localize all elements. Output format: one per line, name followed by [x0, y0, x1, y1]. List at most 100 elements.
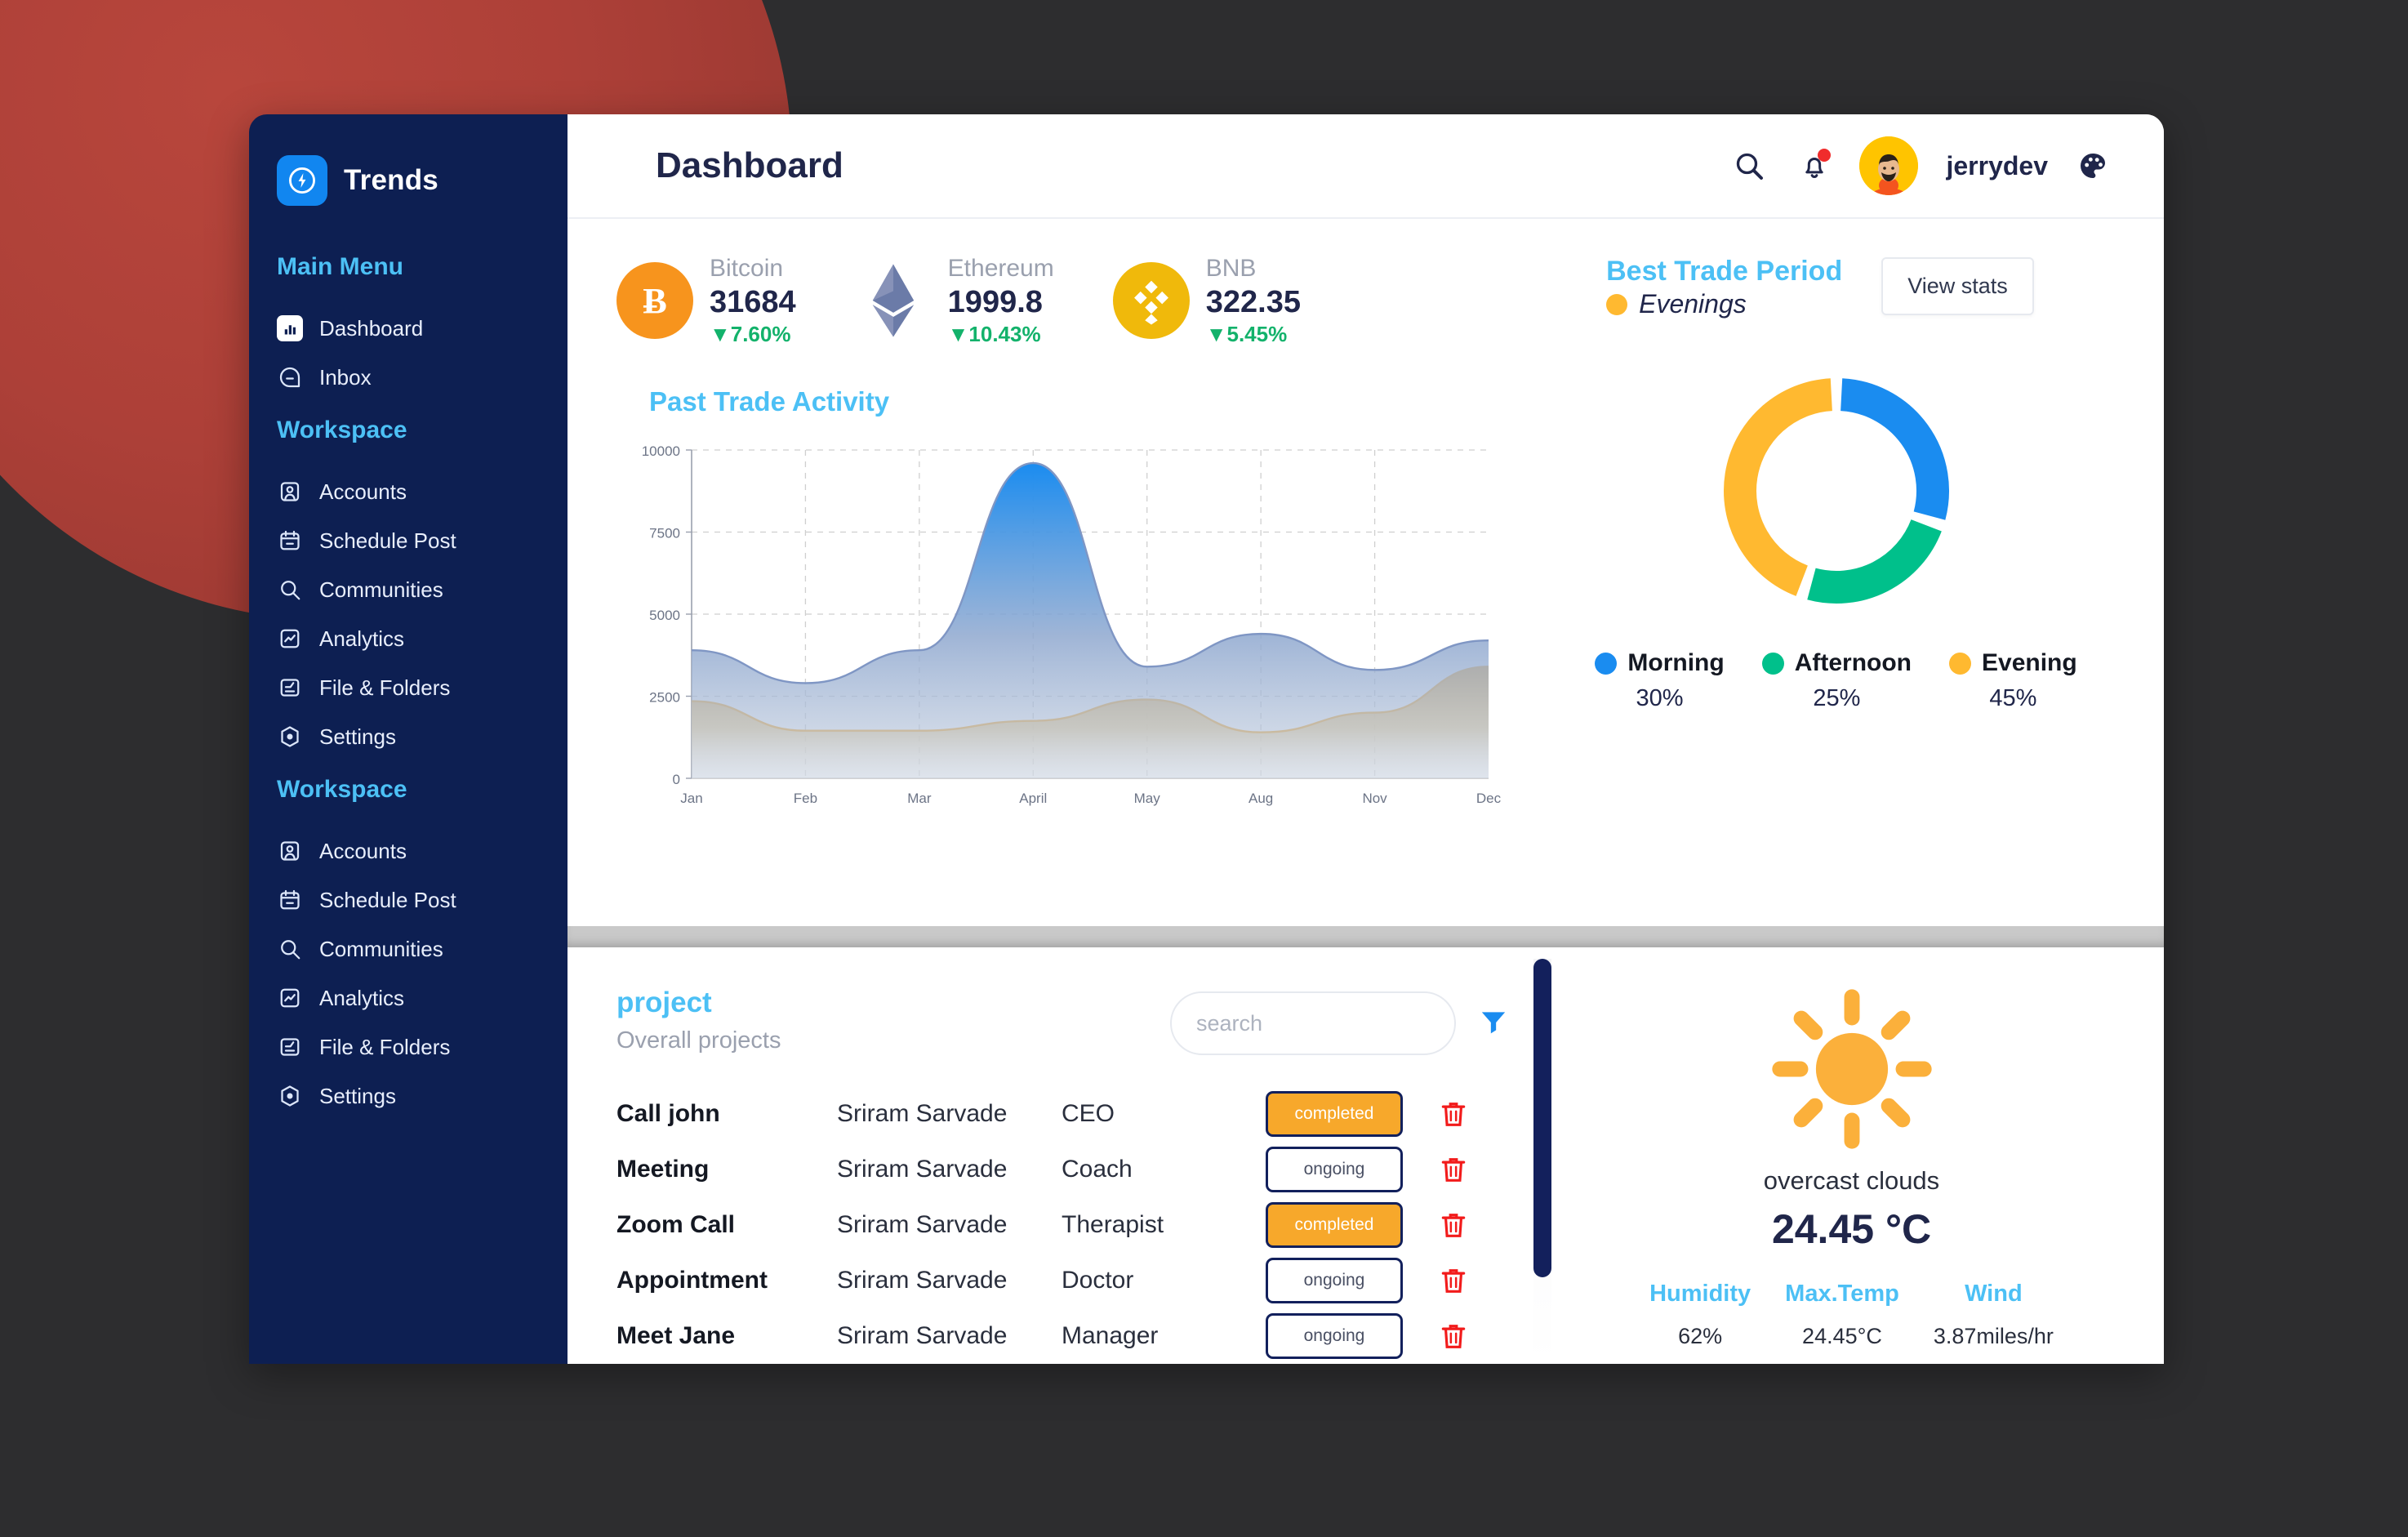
crypto-change: ▼7.60%	[710, 321, 796, 349]
sidebar-item-analytics[interactable]: Analytics	[249, 614, 568, 663]
trash-icon[interactable]	[1421, 1265, 1486, 1296]
legend-label: Evening	[1982, 649, 2077, 677]
crypto-change: ▼10.43%	[948, 321, 1054, 349]
legend-color-dot	[1761, 652, 1784, 675]
projects-heading-group: project Overall projects	[616, 987, 781, 1054]
project-status-cell: ongoing	[1266, 1147, 1421, 1192]
sidebar-item-settings[interactable]: Settings	[249, 1071, 568, 1120]
palette-icon[interactable]	[2072, 145, 2113, 186]
projects-scrollbar-thumb[interactable]	[1533, 959, 1551, 1277]
sidebar-item-accounts[interactable]: Accounts	[249, 826, 568, 875]
trade-period-section: Best Trade Period Evenings View stats Mo…	[1557, 219, 2164, 926]
trash-icon[interactable]	[1421, 1210, 1486, 1241]
weather-metric: Humidity 62%	[1649, 1281, 1751, 1349]
best-trade-value: Evenings	[1639, 289, 1747, 319]
svg-text:2500: 2500	[649, 689, 680, 705]
status-dot-icon	[1606, 293, 1628, 315]
sidebar-item-label: Communities	[319, 936, 443, 961]
svg-text:7500: 7500	[649, 525, 680, 541]
table-row: Call john Sriram Sarvade CEO completed	[616, 1086, 1539, 1142]
donut-chart	[1714, 368, 1959, 613]
main-area: Dashboard jerrydev Ƀ Bitcoin 31684 ▼7.60…	[568, 114, 2164, 1364]
trash-icon[interactable]	[1421, 1321, 1486, 1352]
view-stats-button[interactable]: View stats	[1881, 257, 2034, 316]
bolt-circle-icon	[277, 155, 327, 206]
weather-metric: Wind 3.87miles/hr	[1934, 1281, 2054, 1349]
status-badge[interactable]: ongoing	[1266, 1147, 1403, 1192]
sidebar-item-file-folders[interactable]: File & Folders	[249, 663, 568, 712]
project-role: Coach	[1062, 1156, 1133, 1183]
sidebar-item-label: File & Folders	[319, 1034, 451, 1059]
project-person: Sriram Sarvade	[837, 1100, 1008, 1127]
svg-text:Dec: Dec	[1476, 791, 1502, 806]
area-chart-svg: 0 2500 5000 7500 10000 Jan Feb Mar April May Aug No…	[642, 443, 1502, 806]
sidebar-item-label: Settings	[319, 724, 396, 749]
user-card-icon	[277, 838, 303, 864]
sidebar-item-schedule-post[interactable]: Schedule Post	[249, 875, 568, 924]
table-row: Appointment Sriram Sarvade Doctor ongoing	[616, 1253, 1539, 1308]
sidebar-section-title: Main Menu	[277, 253, 403, 280]
crypto-name: Ethereum	[947, 255, 1054, 282]
table-row: Meet Jane Sriram Sarvade Manager ongoing	[616, 1308, 1539, 1364]
svg-text:May: May	[1134, 791, 1161, 806]
legend-item-evening: Evening 45%	[1949, 649, 2077, 712]
line-chart-icon	[277, 626, 303, 652]
search-input[interactable]	[1170, 991, 1456, 1055]
filter-icon[interactable]	[1477, 1005, 1510, 1042]
svg-text:Aug: Aug	[1249, 791, 1273, 806]
project-task: Meet Jane	[616, 1322, 736, 1349]
crypto-name: BNB	[1205, 255, 1257, 282]
sidebar-item-communities[interactable]: Communities	[249, 565, 568, 614]
weather-metric-label: Humidity	[1649, 1281, 1751, 1307]
crypto-name: Bitcoin	[710, 255, 784, 282]
search-icon[interactable]	[1729, 145, 1769, 186]
trash-icon[interactable]	[1421, 1154, 1486, 1185]
sidebar-item-label: Settings	[319, 1083, 396, 1108]
svg-text:0: 0	[673, 772, 680, 787]
gear-icon	[277, 724, 303, 750]
sidebar-item-dashboard[interactable]: Dashboard	[249, 304, 568, 353]
sidebar-item-settings[interactable]: Settings	[249, 712, 568, 761]
sidebar-item-label: Analytics	[319, 985, 405, 1010]
crypto-ticker-bnb: BNB 322.35 ▼5.45%	[1112, 253, 1301, 349]
crypto-price: 1999.8	[947, 284, 1043, 319]
svg-text:5000: 5000	[649, 608, 680, 623]
legend-color-dot	[1595, 652, 1618, 675]
sidebar-item-label: Analytics	[319, 626, 405, 651]
bitcoin-icon: Ƀ	[616, 262, 693, 340]
bell-icon[interactable]	[1794, 145, 1835, 186]
trend-down-icon: ▼	[947, 322, 969, 347]
status-badge[interactable]: completed	[1266, 1091, 1403, 1137]
page-title: Dashboard	[656, 145, 843, 185]
weather-description: overcast clouds	[1763, 1166, 1940, 1195]
svg-text:10000: 10000	[642, 443, 680, 459]
sidebar-item-inbox[interactable]: Inbox	[249, 353, 568, 402]
project-role: Manager	[1062, 1322, 1159, 1349]
sidebar-item-communities[interactable]: Communities	[249, 924, 568, 973]
crypto-price: 31684	[710, 284, 796, 319]
sidebar-item-accounts[interactable]: Accounts	[249, 467, 568, 516]
status-badge[interactable]: ongoing	[1266, 1313, 1403, 1359]
project-status-cell: ongoing	[1266, 1258, 1421, 1303]
projects-table: Call john Sriram Sarvade CEO completed Meeti…	[616, 1086, 1539, 1364]
project-status-cell: completed	[1266, 1091, 1421, 1137]
donut-legend: Morning 30% Afternoon 25% Evening 45%	[1595, 649, 2077, 712]
table-row: Zoom Call Sriram Sarvade Therapist complete…	[616, 1197, 1539, 1253]
sidebar-item-label: Accounts	[319, 838, 407, 863]
sidebar-item-file-folders[interactable]: File & Folders	[249, 1022, 568, 1071]
weather-card: overcast clouds 24.45 °C Humidity 62% Max.…	[1539, 947, 2164, 1364]
folder-icon	[277, 1034, 303, 1060]
top-bar: Dashboard jerrydev	[568, 114, 2164, 219]
trash-icon[interactable]	[1421, 1098, 1486, 1129]
crypto-ticker-ethereum: Ethereum 1999.8 ▼10.43%	[855, 253, 1054, 349]
weather-metric-value: 62%	[1678, 1324, 1723, 1348]
svg-text:Jan: Jan	[680, 791, 702, 806]
avatar[interactable]	[1859, 136, 1919, 195]
sidebar-item-analytics[interactable]: Analytics	[249, 973, 568, 1022]
bnb-icon	[1112, 262, 1190, 340]
username[interactable]: jerrydev	[1946, 151, 2048, 181]
sidebar-item-schedule-post[interactable]: Schedule Post	[249, 516, 568, 565]
status-badge[interactable]: ongoing	[1266, 1258, 1403, 1303]
status-badge[interactable]: completed	[1266, 1202, 1403, 1248]
ethereum-icon	[855, 262, 932, 339]
